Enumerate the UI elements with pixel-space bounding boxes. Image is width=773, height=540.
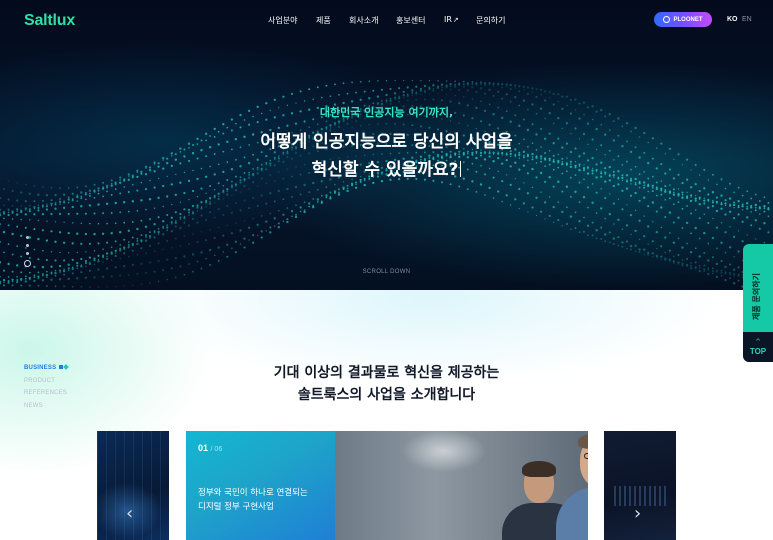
- slide-counter: 01 / 06: [198, 443, 222, 453]
- hero-title: 어떻게 인공지능으로 당신의 사업을 혁신할 수 있을까요?: [0, 128, 773, 184]
- hero-title-line2-wrap: 혁신할 수 있을까요?: [0, 156, 773, 184]
- card-text-line2: 디지털 정부 구현사업: [198, 502, 274, 512]
- pagination-dot[interactable]: [26, 252, 29, 255]
- product-inquiry-label: 제품 문의하기: [752, 273, 761, 320]
- hero-pagination: [24, 236, 31, 267]
- slide-total: / 06: [210, 446, 223, 453]
- nav-company[interactable]: 회사소개: [349, 15, 378, 26]
- scroll-top-label: TOP: [749, 347, 767, 356]
- ploonet-logo-icon: [663, 16, 671, 23]
- hero-title-line1: 어떻게 인공지능으로 당신의 사업을: [260, 132, 513, 152]
- scroll-down-label[interactable]: SCROLL DOWN: [0, 269, 773, 275]
- chevron-right-icon[interactable]: ›: [634, 503, 641, 524]
- carousel-card-active[interactable]: 01 / 06 정부와 국민이 하나로 연결되는 디지털 정부 구현사업: [186, 431, 588, 540]
- pagination-dot[interactable]: [26, 244, 29, 247]
- slide-current: 01: [198, 443, 209, 453]
- chevron-left-icon[interactable]: ‹: [126, 503, 133, 524]
- product-inquiry-button[interactable]: 제품 문의하기: [743, 244, 773, 332]
- ploonet-label: PLOONET: [673, 16, 703, 23]
- scroll-top-button[interactable]: ^ TOP: [743, 332, 773, 362]
- nav-contact[interactable]: 문의하기: [476, 15, 505, 26]
- hero-subtitle: 대한민국 인공지능 여기까지,: [319, 106, 454, 119]
- nav-business[interactable]: 사업분야: [268, 15, 297, 26]
- lang-en[interactable]: EN: [742, 16, 752, 23]
- hero-banner: Saltlux 사업분야 제품 회사소개 홍보센터 IR↗ 문의하기 PLOON…: [0, 0, 773, 290]
- external-link-icon: ↗: [452, 16, 459, 24]
- nav-products[interactable]: 제품: [316, 15, 331, 26]
- pagination-dot-active[interactable]: [24, 260, 31, 267]
- photo-person: [584, 453, 588, 459]
- hero-title-line2: 혁신할 수 있을까요?: [311, 160, 459, 180]
- card-info-panel: 01 / 06 정부와 국민이 하나로 연결되는 디지털 정부 구현사업: [186, 431, 335, 540]
- section-title-line1: 기대 이상의 결과물로 혁신을 제공하는: [273, 365, 500, 381]
- pagination-dot[interactable]: [26, 236, 29, 239]
- nav-pr-center[interactable]: 홍보센터: [396, 15, 425, 26]
- chevron-up-icon: ^: [755, 338, 761, 346]
- card-description: 정부와 국민이 하나로 연결되는 디지털 정부 구현사업: [198, 486, 328, 514]
- ploonet-button[interactable]: PLOONET: [654, 12, 712, 27]
- photo-person: [578, 433, 588, 449]
- section-title-line2: 솔트룩스의 사업을 소개합니다: [297, 387, 476, 403]
- card-text-line1: 정부와 국민이 하나로 연결되는: [198, 488, 308, 498]
- lang-ko[interactable]: KO: [727, 16, 738, 23]
- photo-person: [556, 487, 588, 540]
- nav-ir-label: IR: [444, 15, 452, 24]
- photo-person: [522, 461, 556, 477]
- typing-cursor: [460, 161, 462, 177]
- section-title: 기대 이상의 결과물로 혁신을 제공하는 솔트룩스의 사업을 소개합니다: [0, 362, 773, 406]
- nav-ir[interactable]: IR↗: [444, 15, 459, 24]
- business-photo: [334, 431, 588, 540]
